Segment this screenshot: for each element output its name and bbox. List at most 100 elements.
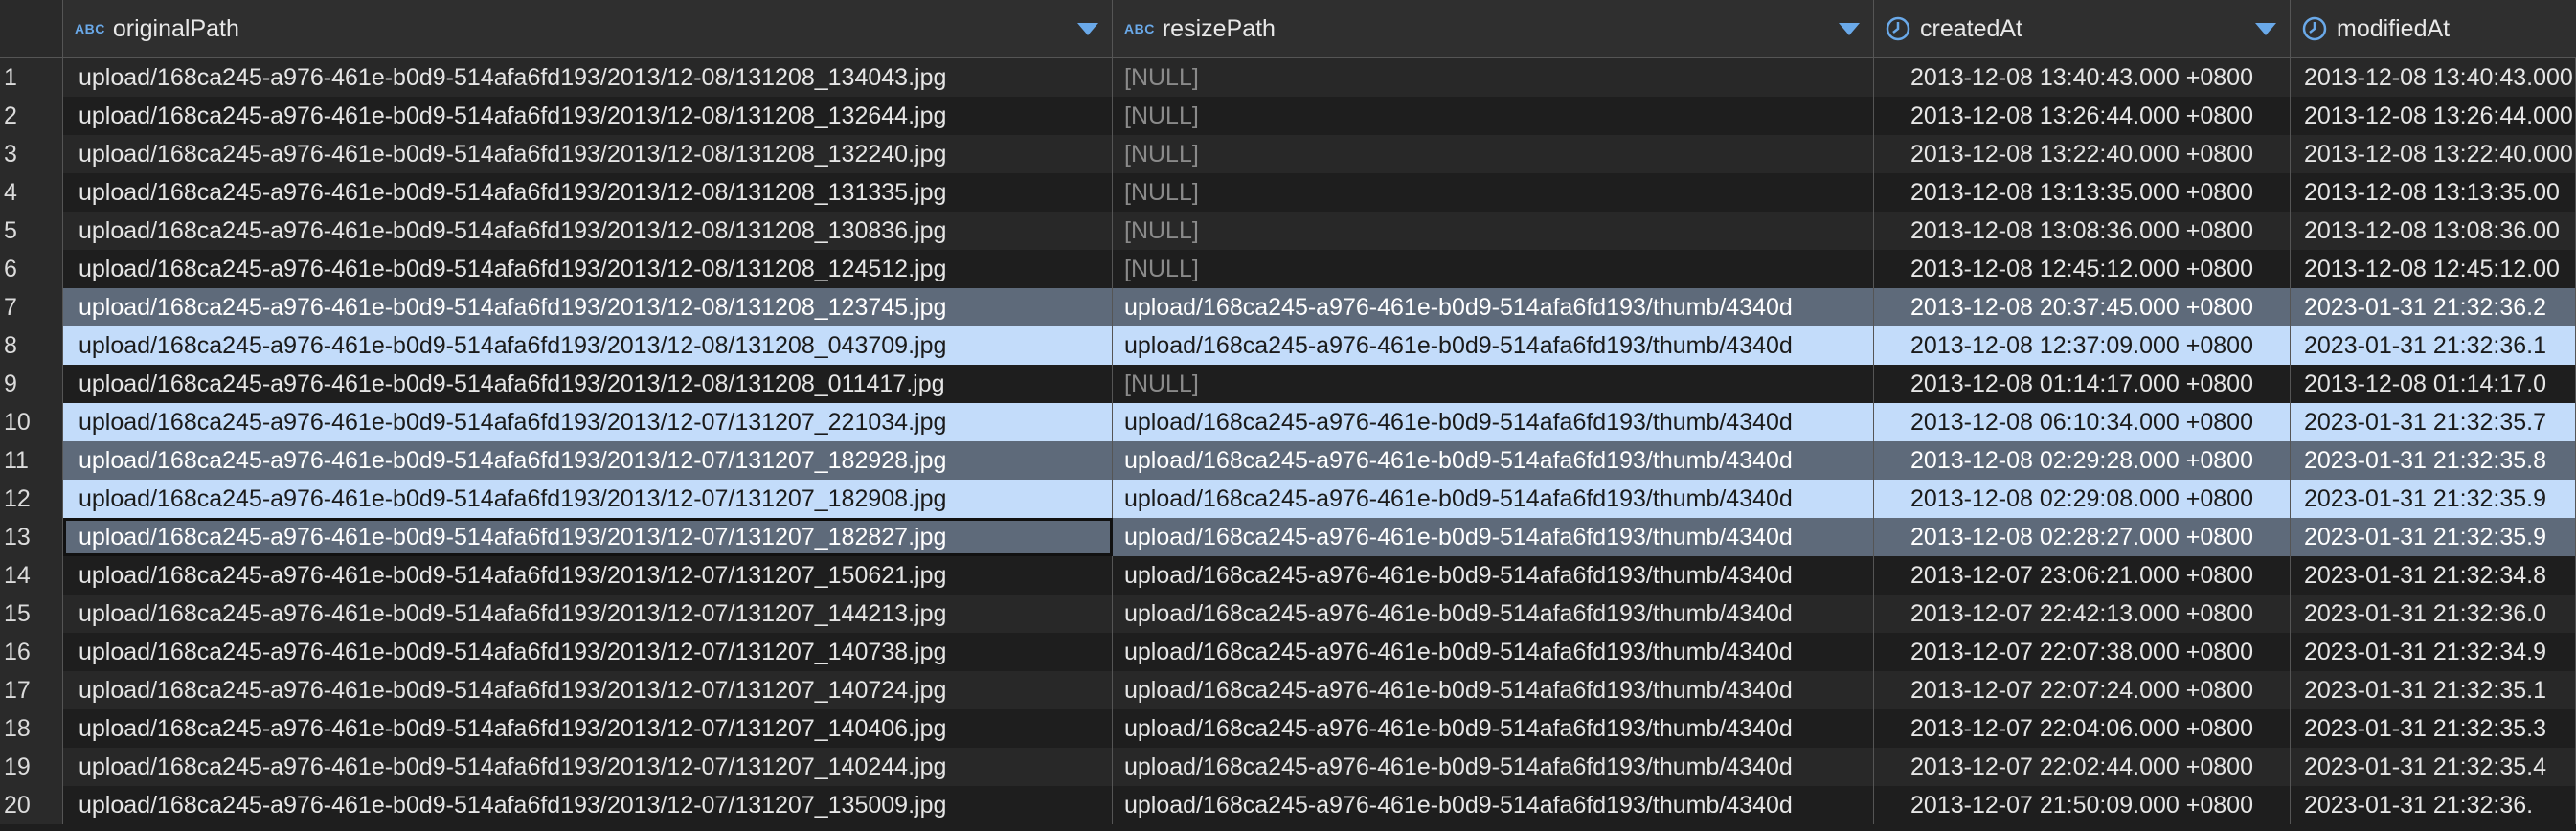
column-header-resizePath[interactable]: ABC resizePath [1113,0,1874,57]
row-number[interactable]: 15 [0,595,63,633]
cell-createdAt[interactable]: 2013-12-08 20:37:45.000 +0800 [1874,288,2291,326]
cell-createdAt[interactable]: 2013-12-07 22:07:38.000 +0800 [1874,633,2291,671]
cell-originalPath[interactable]: upload/168ca245-a976-461e-b0d9-514afa6fd… [63,786,1113,824]
row-number-header[interactable] [0,0,63,57]
table-row[interactable]: 9 upload/168ca245-a976-461e-b0d9-514afa6f… [0,365,2576,403]
cell-resizePath[interactable]: upload/168ca245-a976-461e-b0d9-514afa6fd… [1113,633,1874,671]
cell-createdAt[interactable]: 2013-12-08 13:13:35.000 +0800 [1874,173,2291,212]
cell-originalPath[interactable]: upload/168ca245-a976-461e-b0d9-514afa6fd… [63,250,1113,288]
cell-modifiedAt[interactable]: 2023-01-31 21:32:35.7 [2291,403,2576,441]
table-row[interactable]: 5 upload/168ca245-a976-461e-b0d9-514afa6f… [0,212,2576,250]
table-row[interactable]: 18 upload/168ca245-a976-461e-b0d9-514afa6… [0,709,2576,748]
column-dropdown-icon[interactable] [1839,23,1860,35]
table-row[interactable]: 16 upload/168ca245-a976-461e-b0d9-514afa6… [0,633,2576,671]
cell-originalPath[interactable]: upload/168ca245-a976-461e-b0d9-514afa6fd… [63,365,1113,403]
column-header-originalPath[interactable]: ABC originalPath [63,0,1113,57]
cell-modifiedAt[interactable]: 2013-12-08 01:14:17.0 [2291,365,2576,403]
row-number[interactable]: 2 [0,97,63,135]
cell-createdAt[interactable]: 2013-12-07 22:02:44.000 +0800 [1874,748,2291,786]
table-row[interactable]: 2 upload/168ca245-a976-461e-b0d9-514afa6f… [0,97,2576,135]
cell-modifiedAt[interactable]: 2013-12-08 13:08:36.00 [2291,212,2576,250]
row-number[interactable]: 12 [0,480,63,518]
cell-resizePath[interactable]: upload/168ca245-a976-461e-b0d9-514afa6fd… [1113,326,1874,365]
row-number[interactable]: 1 [0,58,63,97]
row-number[interactable]: 7 [0,288,63,326]
cell-originalPath[interactable]: upload/168ca245-a976-461e-b0d9-514afa6fd… [63,326,1113,365]
cell-originalPath[interactable]: upload/168ca245-a976-461e-b0d9-514afa6fd… [63,595,1113,633]
cell-resizePath[interactable]: [NULL] [1113,58,1874,97]
cell-createdAt[interactable]: 2013-12-07 22:07:24.000 +0800 [1874,671,2291,709]
cell-modifiedAt[interactable]: 2013-12-08 13:13:35.00 [2291,173,2576,212]
cell-createdAt[interactable]: 2013-12-07 22:42:13.000 +0800 [1874,595,2291,633]
cell-resizePath[interactable]: [NULL] [1113,97,1874,135]
table-row[interactable]: 7 upload/168ca245-a976-461e-b0d9-514afa6f… [0,288,2576,326]
cell-resizePath[interactable]: upload/168ca245-a976-461e-b0d9-514afa6fd… [1113,403,1874,441]
table-row[interactable]: 6 upload/168ca245-a976-461e-b0d9-514afa6f… [0,250,2576,288]
cell-createdAt[interactable]: 2013-12-07 21:50:09.000 +0800 [1874,786,2291,824]
cell-resizePath[interactable]: upload/168ca245-a976-461e-b0d9-514afa6fd… [1113,595,1874,633]
cell-modifiedAt[interactable]: 2023-01-31 21:32:34.8 [2291,556,2576,595]
row-number[interactable]: 10 [0,403,63,441]
cell-resizePath[interactable]: [NULL] [1113,173,1874,212]
cell-modifiedAt[interactable]: 2013-12-08 13:26:44.000 [2291,97,2576,135]
cell-resizePath[interactable]: upload/168ca245-a976-461e-b0d9-514afa6fd… [1113,556,1874,595]
cell-originalPath[interactable]: upload/168ca245-a976-461e-b0d9-514afa6fd… [63,633,1113,671]
table-row[interactable]: 20 upload/168ca245-a976-461e-b0d9-514afa6… [0,786,2576,824]
cell-resizePath[interactable]: upload/168ca245-a976-461e-b0d9-514afa6fd… [1113,441,1874,480]
cell-resizePath[interactable]: upload/168ca245-a976-461e-b0d9-514afa6fd… [1113,480,1874,518]
row-number[interactable]: 3 [0,135,63,173]
cell-originalPath[interactable]: upload/168ca245-a976-461e-b0d9-514afa6fd… [63,518,1113,556]
cell-resizePath[interactable]: [NULL] [1113,212,1874,250]
table-row[interactable]: 10 upload/168ca245-a976-461e-b0d9-514afa6… [0,403,2576,441]
row-number[interactable]: 5 [0,212,63,250]
cell-modifiedAt[interactable]: 2023-01-31 21:32:34.9 [2291,633,2576,671]
cell-modifiedAt[interactable]: 2023-01-31 21:32:35.4 [2291,748,2576,786]
cell-resizePath[interactable]: [NULL] [1113,365,1874,403]
cell-createdAt[interactable]: 2013-12-08 01:14:17.000 +0800 [1874,365,2291,403]
cell-modifiedAt[interactable]: 2023-01-31 21:32:35.9 [2291,480,2576,518]
cell-originalPath[interactable]: upload/168ca245-a976-461e-b0d9-514afa6fd… [63,403,1113,441]
cell-originalPath[interactable]: upload/168ca245-a976-461e-b0d9-514afa6fd… [63,58,1113,97]
row-number[interactable]: 6 [0,250,63,288]
row-number[interactable]: 18 [0,709,63,748]
cell-resizePath[interactable]: [NULL] [1113,135,1874,173]
cell-createdAt[interactable]: 2013-12-08 12:45:12.000 +0800 [1874,250,2291,288]
cell-modifiedAt[interactable]: 2023-01-31 21:32:36.1 [2291,326,2576,365]
cell-createdAt[interactable]: 2013-12-08 12:37:09.000 +0800 [1874,326,2291,365]
column-header-createdAt[interactable]: createdAt [1874,0,2291,57]
cell-resizePath[interactable]: upload/168ca245-a976-461e-b0d9-514afa6fd… [1113,288,1874,326]
table-row[interactable]: 4 upload/168ca245-a976-461e-b0d9-514afa6f… [0,173,2576,212]
cell-originalPath[interactable]: upload/168ca245-a976-461e-b0d9-514afa6fd… [63,709,1113,748]
table-row[interactable]: 1 upload/168ca245-a976-461e-b0d9-514afa6f… [0,58,2576,97]
cell-resizePath[interactable]: upload/168ca245-a976-461e-b0d9-514afa6fd… [1113,671,1874,709]
table-row[interactable]: 13 upload/168ca245-a976-461e-b0d9-514afa6… [0,518,2576,556]
table-row[interactable]: 15 upload/168ca245-a976-461e-b0d9-514afa6… [0,595,2576,633]
cell-originalPath[interactable]: upload/168ca245-a976-461e-b0d9-514afa6fd… [63,212,1113,250]
cell-modifiedAt[interactable]: 2013-12-08 12:45:12.00 [2291,250,2576,288]
cell-originalPath[interactable]: upload/168ca245-a976-461e-b0d9-514afa6fd… [63,441,1113,480]
cell-originalPath[interactable]: upload/168ca245-a976-461e-b0d9-514afa6fd… [63,556,1113,595]
cell-resizePath[interactable]: upload/168ca245-a976-461e-b0d9-514afa6fd… [1113,786,1874,824]
cell-createdAt[interactable]: 2013-12-08 02:29:28.000 +0800 [1874,441,2291,480]
cell-modifiedAt[interactable]: 2023-01-31 21:32:35.9 [2291,518,2576,556]
table-row[interactable]: 3 upload/168ca245-a976-461e-b0d9-514afa6f… [0,135,2576,173]
cell-createdAt[interactable]: 2013-12-08 06:10:34.000 +0800 [1874,403,2291,441]
cell-originalPath[interactable]: upload/168ca245-a976-461e-b0d9-514afa6fd… [63,671,1113,709]
cell-originalPath[interactable]: upload/168ca245-a976-461e-b0d9-514afa6fd… [63,480,1113,518]
cell-originalPath[interactable]: upload/168ca245-a976-461e-b0d9-514afa6fd… [63,135,1113,173]
cell-modifiedAt[interactable]: 2023-01-31 21:32:35.3 [2291,709,2576,748]
cell-createdAt[interactable]: 2013-12-08 13:40:43.000 +0800 [1874,58,2291,97]
cell-createdAt[interactable]: 2013-12-08 13:22:40.000 +0800 [1874,135,2291,173]
cell-resizePath[interactable]: upload/168ca245-a976-461e-b0d9-514afa6fd… [1113,748,1874,786]
row-number[interactable]: 13 [0,518,63,556]
table-row[interactable]: 8 upload/168ca245-a976-461e-b0d9-514afa6f… [0,326,2576,365]
cell-modifiedAt[interactable]: 2023-01-31 21:32:36.2 [2291,288,2576,326]
row-number[interactable]: 9 [0,365,63,403]
row-number[interactable]: 8 [0,326,63,365]
row-number[interactable]: 11 [0,441,63,480]
table-row[interactable]: 19 upload/168ca245-a976-461e-b0d9-514afa6… [0,748,2576,786]
table-row[interactable]: 17 upload/168ca245-a976-461e-b0d9-514afa6… [0,671,2576,709]
cell-resizePath[interactable]: upload/168ca245-a976-461e-b0d9-514afa6fd… [1113,518,1874,556]
column-dropdown-icon[interactable] [1077,23,1098,35]
cell-modifiedAt[interactable]: 2023-01-31 21:32:36. [2291,786,2576,824]
